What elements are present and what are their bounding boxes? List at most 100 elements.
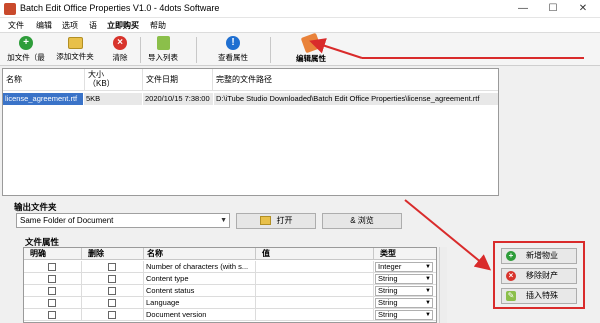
add-folder-button[interactable]: 添加文件夹	[52, 35, 98, 65]
properties-table[interactable]: 明确 删除 名称 值 类型 Number of characters (with…	[23, 247, 437, 323]
folder-icon	[259, 216, 271, 226]
import-list-label: 导入列表	[148, 53, 178, 62]
edit-properties-button[interactable]: 编辑属性	[292, 32, 330, 65]
chevron-down-icon: ▼	[425, 288, 431, 294]
clear-checkbox[interactable]	[48, 287, 56, 295]
clear-cell	[24, 297, 82, 309]
clear-checkbox[interactable]	[48, 311, 56, 319]
delete-checkbox[interactable]	[108, 299, 116, 307]
add-file-button[interactable]: + 加文件（最	[4, 35, 48, 65]
chevron-down-icon: ▼	[425, 276, 431, 282]
col-value[interactable]: 值	[256, 248, 374, 260]
clear-button[interactable]: × 清除	[104, 35, 136, 65]
col-type[interactable]: 类型	[374, 248, 436, 260]
property-value[interactable]	[256, 273, 374, 285]
close-button[interactable]: ✕	[568, 0, 598, 18]
edit-hand-icon	[300, 32, 322, 54]
property-row[interactable]: Document version String ▼	[24, 309, 436, 321]
output-folder-title: 输出文件夹	[14, 202, 57, 212]
file-row[interactable]: license_agreement.rtf 5KB 2020/10/15 7:3…	[3, 93, 498, 105]
clear-cell	[24, 309, 82, 321]
delete-cell	[82, 309, 144, 321]
type-value: Integer	[378, 262, 402, 271]
edit-properties-label: 编辑属性	[296, 54, 326, 63]
file-list-header: 名称 大小 （KB） 文件日期 完整的文件路径	[3, 69, 498, 91]
property-name: Number of characters (with s...	[144, 261, 256, 273]
output-folder-select[interactable]: Same Folder of Document ▼	[16, 213, 230, 228]
remove-property-button[interactable]: × 移除财产	[501, 268, 577, 284]
property-row[interactable]: Content type String ▼	[24, 273, 436, 285]
import-list-button[interactable]: 导入列表	[146, 35, 180, 65]
type-value: String	[378, 310, 398, 319]
title-bar: Batch Edit Office Properties V1.0 - 4dot…	[0, 0, 600, 18]
menu-options[interactable]: 选项	[62, 20, 78, 31]
delete-checkbox[interactable]	[108, 275, 116, 283]
chevron-down-icon: ▼	[425, 300, 431, 306]
col-clear[interactable]: 明确	[24, 248, 82, 260]
property-value[interactable]	[256, 309, 374, 321]
property-row[interactable]: Language String ▼	[24, 297, 436, 309]
property-value[interactable]	[256, 261, 374, 273]
col-delete[interactable]: 删除	[82, 248, 144, 260]
insert-special-button[interactable]: ✎ 插入特殊	[501, 288, 577, 304]
open-folder-label: 打开	[276, 216, 293, 225]
property-row[interactable]: Content status String ▼	[24, 285, 436, 297]
delete-checkbox[interactable]	[108, 311, 116, 319]
type-select[interactable]: String ▼	[375, 286, 433, 296]
property-value[interactable]	[256, 285, 374, 297]
delete-cell	[82, 273, 144, 285]
toolbar: + 加文件（最 添加文件夹 × 清除 导入列表 ! 查看属性 编辑属性	[0, 32, 600, 66]
browse-button[interactable]: & 浏览	[322, 213, 402, 229]
column-size-label: 大小 （KB）	[88, 70, 115, 88]
menu-language[interactable]: 语	[89, 20, 97, 31]
remove-icon: ×	[506, 270, 516, 281]
plus-icon: +	[506, 250, 516, 261]
type-select[interactable]: String ▼	[375, 298, 433, 308]
remove-property-label: 移除财产	[526, 271, 558, 280]
maximize-button[interactable]: ☐	[538, 0, 568, 18]
add-property-button[interactable]: + 新增物业	[501, 248, 577, 264]
menu-edit[interactable]: 编辑	[36, 20, 52, 31]
menu-file[interactable]: 文件	[8, 20, 24, 31]
file-list[interactable]: 名称 大小 （KB） 文件日期 完整的文件路径 license_agreemen…	[2, 68, 499, 196]
type-cell: String ▼	[374, 273, 436, 285]
column-name-label: 名称	[6, 75, 22, 84]
column-date[interactable]: 文件日期	[143, 69, 213, 91]
menu-buy-now[interactable]: 立即购买	[107, 20, 139, 31]
delete-checkbox[interactable]	[108, 287, 116, 295]
properties-scrollbar[interactable]	[439, 247, 447, 323]
type-select[interactable]: String ▼	[375, 274, 433, 284]
column-size[interactable]: 大小 （KB）	[85, 69, 143, 91]
clear-label: 清除	[112, 53, 128, 62]
type-select[interactable]: String ▼	[375, 310, 433, 320]
toolbar-separator	[270, 37, 271, 63]
property-value[interactable]	[256, 297, 374, 309]
clear-cell	[24, 285, 82, 297]
property-name: Content type	[144, 273, 256, 285]
property-row[interactable]: Number of characters (with s... Integer ▼	[24, 261, 436, 273]
toolbar-separator	[140, 37, 141, 63]
type-select[interactable]: Integer ▼	[375, 262, 433, 272]
delete-cell	[82, 285, 144, 297]
type-value: String	[378, 286, 398, 295]
properties-header: 明确 删除 名称 值 类型	[24, 248, 436, 260]
column-path[interactable]: 完整的文件路径	[213, 69, 498, 91]
delete-checkbox[interactable]	[108, 263, 116, 271]
property-name: Document version	[144, 309, 256, 321]
open-folder-button[interactable]: 打开	[236, 213, 316, 229]
view-properties-button[interactable]: ! 查看属性	[212, 35, 254, 65]
minimize-button[interactable]: —	[508, 0, 538, 18]
menu-help[interactable]: 帮助	[150, 20, 166, 31]
column-name[interactable]: 名称	[3, 69, 85, 91]
insert-special-label: 插入特殊	[526, 291, 558, 300]
file-name-cell[interactable]: license_agreement.rtf	[3, 93, 83, 105]
clear-cell	[24, 261, 82, 273]
output-folder-value: Same Folder of Document	[20, 216, 114, 225]
clear-checkbox[interactable]	[48, 299, 56, 307]
clear-checkbox[interactable]	[48, 275, 56, 283]
file-size-cell: 5KB	[84, 93, 142, 105]
col-name[interactable]: 名称	[144, 248, 256, 260]
property-name: Language	[144, 297, 256, 309]
clear-checkbox[interactable]	[48, 263, 56, 271]
add-file-label: 加文件（最	[7, 53, 45, 62]
